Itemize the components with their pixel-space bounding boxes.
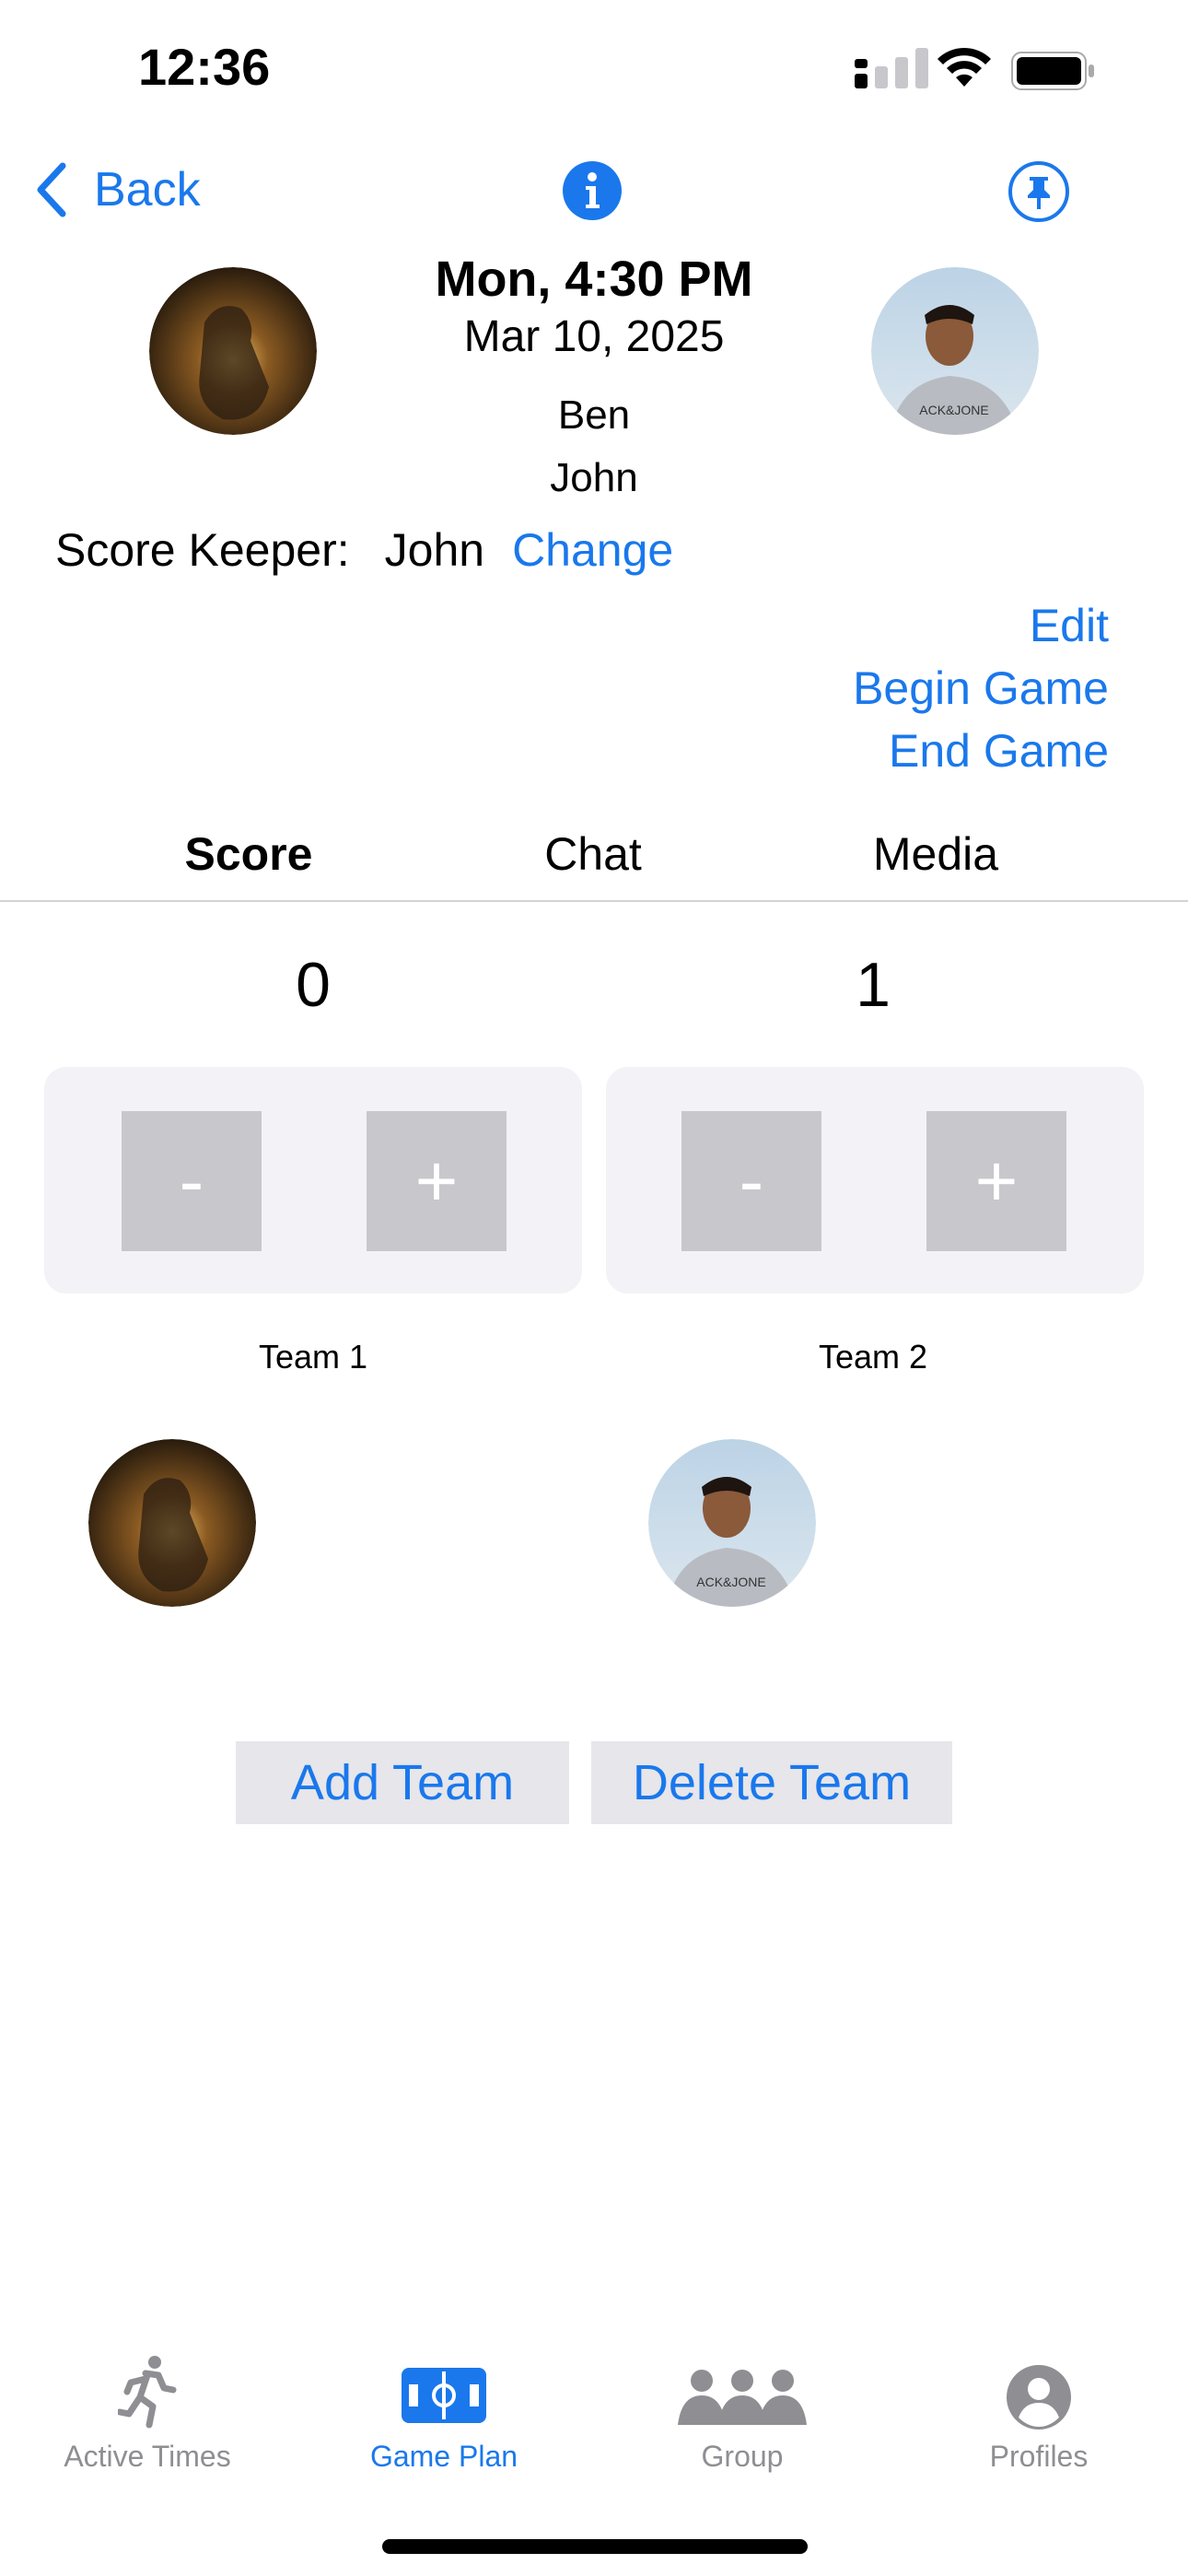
delete-team-button[interactable]: Delete Team <box>591 1741 952 1824</box>
tabbar-item-group[interactable]: Group <box>604 2355 880 2473</box>
team-2-increment-button[interactable]: + <box>926 1111 1066 1251</box>
field-icon <box>402 2368 486 2423</box>
player-name: Ben <box>557 392 631 438</box>
home-indicator <box>382 2539 808 2554</box>
change-score-keeper-link[interactable]: Change <box>512 523 673 577</box>
info-icon[interactable] <box>562 160 623 221</box>
team-1-decrement-button[interactable]: - <box>122 1111 262 1251</box>
runner-icon <box>118 2356 177 2429</box>
back-button[interactable]: Back <box>33 162 201 217</box>
avatar-ben[interactable] <box>149 267 317 435</box>
player-name: John <box>550 455 638 500</box>
svg-text:ACK&JONE: ACK&JONE <box>919 403 988 417</box>
tabbar-label-profiles: Profiles <box>989 2440 1089 2473</box>
wifi-icon <box>938 47 991 87</box>
team-1-increment-button[interactable]: + <box>367 1111 507 1251</box>
score-keeper-name: John <box>384 524 485 576</box>
tab-score[interactable]: Score <box>111 827 387 881</box>
group-icon <box>678 2370 807 2425</box>
tab-chat[interactable]: Chat <box>455 827 731 881</box>
edit-link[interactable]: Edit <box>1030 599 1109 652</box>
pin-icon[interactable] <box>1007 160 1070 223</box>
tabbar-item-active-times[interactable]: Active Times <box>9 2355 285 2473</box>
game-day-time: Mon, 4:30 PM <box>435 252 753 307</box>
tab-media[interactable]: Media <box>798 827 1074 881</box>
team-2-label: Team 2 <box>818 1338 928 1376</box>
profile-icon <box>1007 2365 1071 2430</box>
back-label: Back <box>94 163 201 217</box>
team-1-member-avatar[interactable] <box>88 1439 256 1607</box>
game-date: Mar 10, 2025 <box>463 312 725 361</box>
team-2-score: 1 <box>856 950 891 1020</box>
tabs-divider <box>0 900 1188 902</box>
score-keeper-row: Score Keeper: John Change <box>55 523 708 577</box>
team-2-member-avatar[interactable]: ACK&JONE <box>648 1439 816 1607</box>
add-team-button[interactable]: Add Team <box>236 1741 569 1824</box>
battery-icon <box>1011 52 1094 90</box>
end-game-link[interactable]: End Game <box>889 724 1109 778</box>
team-1-label: Team 1 <box>258 1338 368 1376</box>
tabbar-label-group: Group <box>701 2440 784 2473</box>
tabbar-item-game-plan[interactable]: Game Plan <box>306 2355 582 2473</box>
cellular-signal-icon <box>855 48 928 88</box>
chevron-left-icon <box>37 162 66 217</box>
svg-text:ACK&JONE: ACK&JONE <box>696 1575 765 1589</box>
tabbar-label-game-plan: Game Plan <box>369 2440 518 2473</box>
tabbar-label-active-times: Active Times <box>64 2440 231 2473</box>
tabbar-item-profiles[interactable]: Profiles <box>901 2355 1177 2473</box>
score-keeper-label: Score Keeper: <box>55 524 350 576</box>
team-2-decrement-button[interactable]: - <box>681 1111 821 1251</box>
team-1-score: 0 <box>296 950 331 1020</box>
status-time: 12:36 <box>138 38 271 96</box>
begin-game-link[interactable]: Begin Game <box>853 662 1109 715</box>
avatar-john[interactable]: ACK&JONE <box>871 267 1039 435</box>
